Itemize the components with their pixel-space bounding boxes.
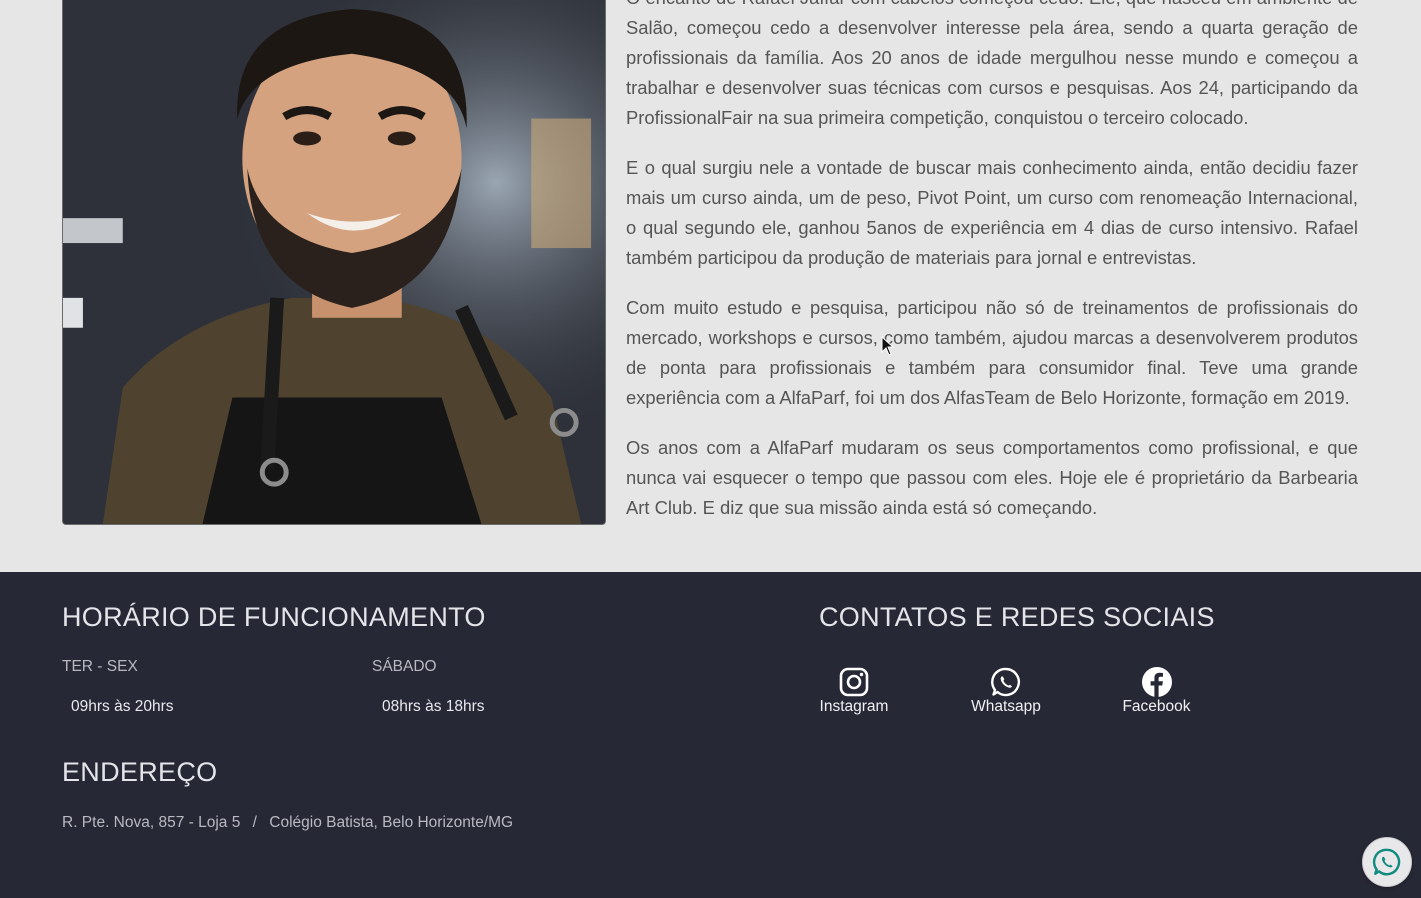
facebook-label: Facebook — [1122, 698, 1191, 715]
address-title: ENDEREÇO — [62, 757, 218, 787]
weekday-hours: 09hrs às 20hrs — [71, 698, 174, 715]
site-footer: HORÁRIO DE FUNCIONAMENTO TER - SEX 09hrs… — [0, 572, 1421, 898]
address-separator: / — [252, 814, 257, 831]
bio-paragraph: E o qual surgiu nele a vontade de buscar… — [626, 157, 1358, 268]
bio-paragraph: Os anos com a AlfaParf mudaram os seus c… — [626, 437, 1358, 518]
whatsapp-icon — [1372, 848, 1401, 876]
instagram-label: Instagram — [819, 698, 889, 715]
whatsapp-label: Whatsapp — [971, 698, 1041, 715]
whatsapp-link[interactable]: Whatsapp — [970, 666, 1042, 716]
portrait-illustration — [63, 0, 605, 524]
bio-section: O encanto de Rafael Jaffar com cabelos c… — [0, 0, 1421, 572]
bio-paragraph: O encanto de Rafael Jaffar com cabelos c… — [626, 0, 1358, 128]
mouse-pointer-icon — [881, 336, 895, 356]
barber-portrait-photo — [62, 0, 606, 525]
facebook-link[interactable]: Facebook — [1122, 666, 1191, 716]
address-district: Colégio Batista, Belo Horizonte/MG — [269, 814, 514, 831]
instagram-link[interactable]: Instagram — [819, 666, 889, 716]
instagram-icon — [839, 667, 869, 697]
address-street: R. Pte. Nova, 857 - Loja 5 — [62, 814, 241, 831]
whatsapp-icon — [991, 667, 1020, 697]
contacts-title: CONTATOS E REDES SOCIAIS — [819, 602, 1215, 632]
saturday-hours: 08hrs às 18hrs — [382, 698, 485, 715]
bio-paragraph: Com muito estudo e pesquisa, participou … — [626, 297, 1358, 408]
address-line: R. Pte. Nova, 857 - Loja 5 / Colégio Bat… — [62, 814, 513, 832]
saturday-label: SÁBADO — [372, 658, 437, 675]
bio-text: O encanto de Rafael Jaffar com cabelos c… — [626, 0, 1358, 543]
hours-title: HORÁRIO DE FUNCIONAMENTO — [62, 602, 486, 632]
floating-whatsapp-button[interactable] — [1362, 837, 1412, 887]
facebook-icon — [1141, 667, 1172, 697]
weekday-label: TER - SEX — [62, 658, 138, 675]
